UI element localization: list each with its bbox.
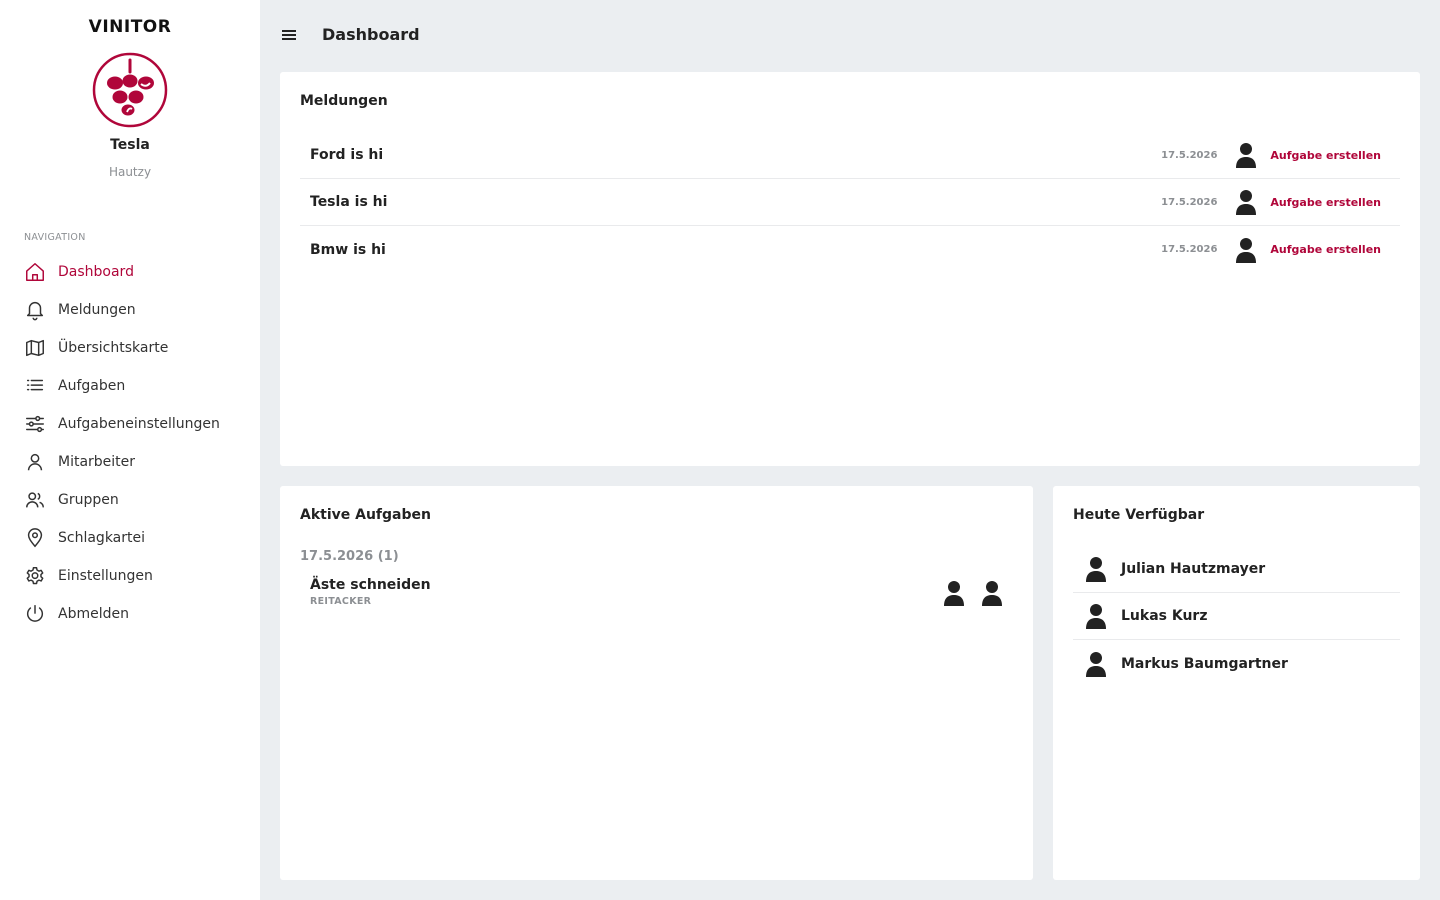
available-today-card: Heute Verfügbar Julian Hautzmayer Lukas … [1053, 486, 1420, 880]
sidebar: VINITOR Tesla Hautzy NAVIGATION Dashboar… [0, 0, 260, 900]
power-icon [26, 605, 44, 622]
sidebar-item-label: Meldungen [58, 302, 136, 318]
sidebar-item-label: Einstellungen [58, 568, 153, 584]
nav-heading: NAVIGATION [24, 232, 86, 243]
sidebar-item-aufgaben[interactable]: Aufgaben [0, 367, 260, 405]
message-row: Bmw is hi 17.5.2026 Aufgabe erstellen [300, 226, 1400, 273]
hamburger-menu-icon[interactable] [280, 25, 298, 45]
message-text: Tesla is hi [310, 194, 388, 210]
sidebar-item-label: Schlagkartei [58, 530, 146, 546]
sidebar-item-gruppen[interactable]: Gruppen [0, 481, 260, 519]
sidebar-item-einstellungen[interactable]: Einstellungen [0, 557, 260, 595]
messages-card: Meldungen Ford is hi 17.5.2026 Aufgabe e… [280, 72, 1420, 466]
available-person-name: Markus Baumgartner [1121, 655, 1288, 672]
available-person-name: Lukas Kurz [1121, 608, 1208, 624]
sliders-icon [26, 415, 44, 433]
sidebar-item-label: Mitarbeiter [58, 454, 136, 470]
create-task-link[interactable]: Aufgabe erstellen [1270, 149, 1381, 162]
topbar: Dashboard [260, 0, 1440, 70]
task-assignees [943, 579, 1003, 607]
person-icon [982, 581, 1002, 606]
grape-logo [92, 52, 168, 128]
message-date: 17.5.2026 [1161, 244, 1218, 255]
active-tasks-title: Aktive Aufgaben [300, 507, 431, 523]
users-icon [26, 492, 44, 508]
person-icon [1236, 237, 1257, 263]
sidebar-item-label: Abmelden [58, 606, 129, 622]
user-name: Tesla [110, 137, 150, 153]
sidebar-item-label: Aufgaben [58, 378, 126, 394]
message-date: 17.5.2026 [1161, 196, 1218, 208]
page-title: Dashboard [322, 25, 420, 44]
person-icon [944, 581, 964, 606]
messages-list: Ford is hi 17.5.2026 Aufgabe erstellen T… [300, 132, 1400, 273]
person-icon [1086, 557, 1106, 582]
message-row: Ford is hi 17.5.2026 Aufgabe erstellen [300, 132, 1400, 179]
brand-title: VINITOR [88, 17, 172, 37]
available-today-title: Heute Verfügbar [1073, 507, 1205, 523]
available-list: Julian Hautzmayer Lukas Kurz Markus Baum… [1073, 546, 1400, 687]
task-item[interactable]: Äste schneiden REITACKER [310, 574, 1003, 614]
available-person-name: Julian Hautzmayer [1121, 561, 1266, 577]
sidebar-item-schlagkartei[interactable]: Schlagkartei [0, 519, 260, 557]
person-icon [1236, 143, 1257, 168]
map-icon [26, 339, 44, 357]
message-date: 17.5.2026 [1161, 149, 1218, 161]
user-subtitle: Hautzy [108, 165, 152, 179]
task-date-group: 17.5.2026 (1) [300, 549, 399, 564]
create-task-link[interactable]: Aufgabe erstellen [1270, 243, 1381, 256]
person-icon [1086, 604, 1106, 629]
bell-icon [26, 302, 44, 321]
messages-card-title: Meldungen [300, 93, 388, 109]
create-task-link[interactable]: Aufgabe erstellen [1270, 196, 1381, 209]
sidebar-item-dashboard[interactable]: Dashboard [0, 253, 260, 291]
sidebar-item-aufgabeneinstellungen[interactable]: Aufgabeneinstellungen [0, 405, 260, 443]
sidebar-item-label: Aufgabeneinstellungen [58, 416, 220, 432]
available-person-row[interactable]: Lukas Kurz [1073, 593, 1400, 640]
available-person-row[interactable]: Julian Hautzmayer [1073, 546, 1400, 593]
sidebar-item-abmelden[interactable]: Abmelden [0, 595, 260, 633]
task-name: Äste schneiden [310, 577, 431, 593]
home-icon [26, 263, 44, 281]
task-field: REITACKER [310, 596, 372, 607]
active-tasks-card: Aktive Aufgaben 17.5.2026 (1) Äste schne… [280, 486, 1033, 880]
sidebar-item-label: Dashboard [58, 264, 134, 280]
available-person-row[interactable]: Markus Baumgartner [1073, 640, 1400, 687]
list-icon [26, 379, 44, 391]
message-text: Bmw is hi [310, 241, 386, 258]
message-row: Tesla is hi 17.5.2026 Aufgabe erstellen [300, 179, 1400, 226]
sidebar-item-meldungen[interactable]: Meldungen [0, 291, 260, 329]
map-pin-icon [27, 528, 43, 548]
message-text: Ford is hi [310, 147, 384, 163]
user-icon [27, 453, 43, 471]
gear-icon [26, 567, 44, 585]
person-icon [1086, 651, 1106, 677]
person-icon [1236, 190, 1257, 215]
sidebar-item-label: Übersichtskarte [58, 340, 169, 356]
sidebar-item-uebersichtskarte[interactable]: Übersichtskarte [0, 329, 260, 367]
sidebar-item-label: Gruppen [58, 492, 119, 508]
sidebar-item-mitarbeiter[interactable]: Mitarbeiter [0, 443, 260, 481]
sidebar-nav: Dashboard Meldungen Übersichtskarte Aufg… [0, 253, 260, 633]
